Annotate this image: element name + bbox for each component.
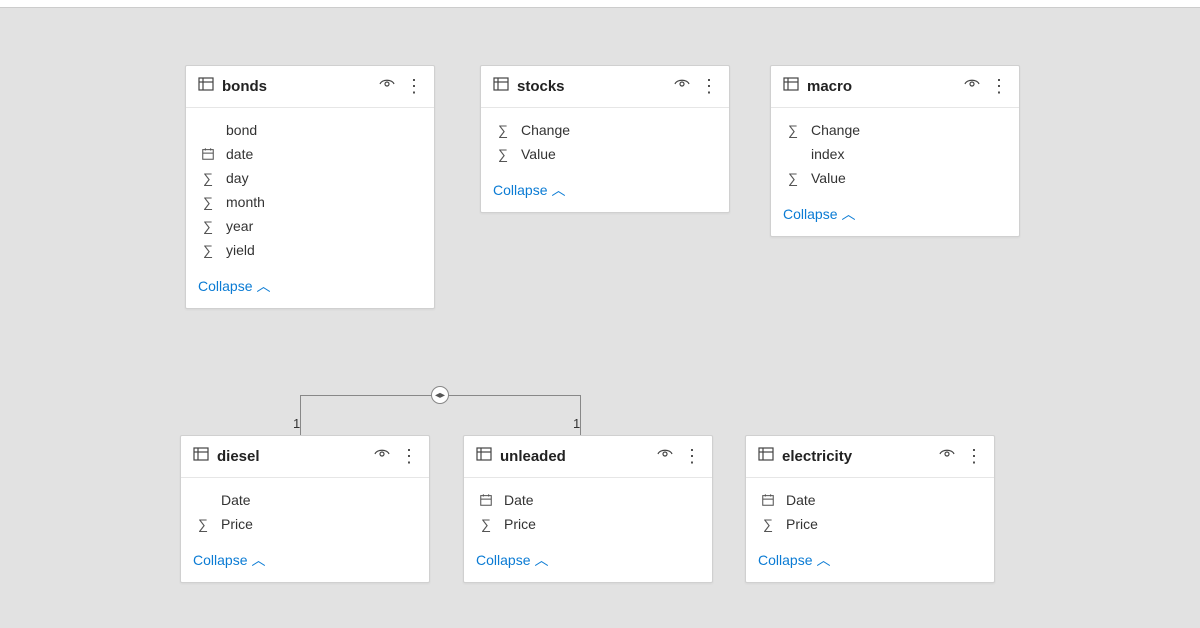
collapse-button[interactable]: Collapse︿: [464, 542, 712, 582]
table-fields: Date ∑Price: [746, 478, 994, 542]
cardinality-left: 1: [293, 416, 300, 431]
table-icon: [758, 446, 774, 467]
calendar-icon: [476, 493, 496, 507]
table-title: diesel: [217, 448, 374, 465]
table-title: macro: [807, 78, 964, 95]
field-row[interactable]: ∑year: [186, 214, 434, 238]
table-card-stocks[interactable]: stocks ⋮ ∑Change ∑Value Collapse︿: [480, 65, 730, 213]
table-title: unleaded: [500, 448, 657, 465]
sigma-icon: ∑: [493, 122, 513, 138]
collapse-button[interactable]: Collapse︿: [771, 196, 1019, 236]
table-card-bonds[interactable]: bonds ⋮ bond date ∑day ∑month ∑year ∑yie…: [185, 65, 435, 309]
field-row[interactable]: index: [771, 142, 1019, 166]
table-fields: ∑Change ∑Value: [481, 108, 729, 172]
field-row[interactable]: Date: [464, 488, 712, 512]
sigma-icon: ∑: [193, 516, 213, 532]
table-card-electricity[interactable]: electricity ⋮ Date ∑Price Collapse︿: [745, 435, 995, 583]
field-row[interactable]: ∑Change: [481, 118, 729, 142]
sigma-icon: ∑: [198, 242, 218, 258]
table-header: bonds ⋮: [186, 66, 434, 108]
more-options-icon[interactable]: ⋮: [405, 82, 422, 91]
field-row[interactable]: Date: [181, 488, 429, 512]
collapse-button[interactable]: Collapse︿: [186, 268, 434, 308]
more-options-icon[interactable]: ⋮: [965, 452, 982, 461]
field-row[interactable]: Date: [746, 488, 994, 512]
field-row[interactable]: ∑Value: [481, 142, 729, 166]
relationship-direction-icon[interactable]: ◂▸: [431, 386, 449, 404]
more-options-icon[interactable]: ⋮: [700, 82, 717, 91]
field-row[interactable]: ∑Price: [464, 512, 712, 536]
table-header: macro ⋮: [771, 66, 1019, 108]
sigma-icon: ∑: [493, 146, 513, 162]
field-row[interactable]: ∑Price: [181, 512, 429, 536]
table-icon: [193, 446, 209, 467]
field-row[interactable]: ∑day: [186, 166, 434, 190]
table-header: unleaded ⋮: [464, 436, 712, 478]
visibility-icon[interactable]: [379, 76, 395, 97]
visibility-icon[interactable]: [657, 446, 673, 467]
sigma-icon: ∑: [758, 516, 778, 532]
calendar-icon: [758, 493, 778, 507]
visibility-icon[interactable]: [374, 446, 390, 467]
table-fields: bond date ∑day ∑month ∑year ∑yield: [186, 108, 434, 268]
table-icon: [783, 76, 799, 97]
field-row[interactable]: date: [186, 142, 434, 166]
field-row[interactable]: ∑yield: [186, 238, 434, 262]
table-fields: Date ∑Price: [464, 478, 712, 542]
table-fields: ∑Change index ∑Value: [771, 108, 1019, 196]
table-header: stocks ⋮: [481, 66, 729, 108]
visibility-icon[interactable]: [674, 76, 690, 97]
table-icon: [493, 76, 509, 97]
more-options-icon[interactable]: ⋮: [400, 452, 417, 461]
table-icon: [198, 76, 214, 97]
table-title: electricity: [782, 448, 939, 465]
cardinality-right: 1: [573, 416, 580, 431]
calendar-icon: [198, 147, 218, 161]
chevron-up-icon: ︿: [841, 204, 855, 224]
sigma-icon: ∑: [198, 194, 218, 210]
top-bar: [0, 0, 1200, 8]
table-card-macro[interactable]: macro ⋮ ∑Change index ∑Value Collapse︿: [770, 65, 1020, 237]
more-options-icon[interactable]: ⋮: [990, 82, 1007, 91]
chevron-up-icon: ︿: [551, 180, 565, 200]
chevron-up-icon: ︿: [816, 550, 830, 570]
sigma-icon: ∑: [783, 170, 803, 186]
table-icon: [476, 446, 492, 467]
field-row[interactable]: ∑Price: [746, 512, 994, 536]
chevron-up-icon: ︿: [251, 550, 265, 570]
table-card-diesel[interactable]: diesel ⋮ Date ∑Price Collapse︿: [180, 435, 430, 583]
table-title: bonds: [222, 78, 379, 95]
more-options-icon[interactable]: ⋮: [683, 452, 700, 461]
collapse-button[interactable]: Collapse︿: [746, 542, 994, 582]
table-card-unleaded[interactable]: unleaded ⋮ Date ∑Price Collapse︿: [463, 435, 713, 583]
field-row[interactable]: ∑Change: [771, 118, 1019, 142]
table-header: electricity ⋮: [746, 436, 994, 478]
visibility-icon[interactable]: [939, 446, 955, 467]
field-row[interactable]: ∑Value: [771, 166, 1019, 190]
collapse-button[interactable]: Collapse︿: [181, 542, 429, 582]
table-title: stocks: [517, 78, 674, 95]
chevron-up-icon: ︿: [256, 276, 270, 296]
sigma-icon: ∑: [476, 516, 496, 532]
collapse-button[interactable]: Collapse︿: [481, 172, 729, 212]
chevron-up-icon: ︿: [534, 550, 548, 570]
table-fields: Date ∑Price: [181, 478, 429, 542]
sigma-icon: ∑: [198, 170, 218, 186]
table-header: diesel ⋮: [181, 436, 429, 478]
field-row[interactable]: ∑month: [186, 190, 434, 214]
field-row[interactable]: bond: [186, 118, 434, 142]
sigma-icon: ∑: [198, 218, 218, 234]
visibility-icon[interactable]: [964, 76, 980, 97]
sigma-icon: ∑: [783, 122, 803, 138]
